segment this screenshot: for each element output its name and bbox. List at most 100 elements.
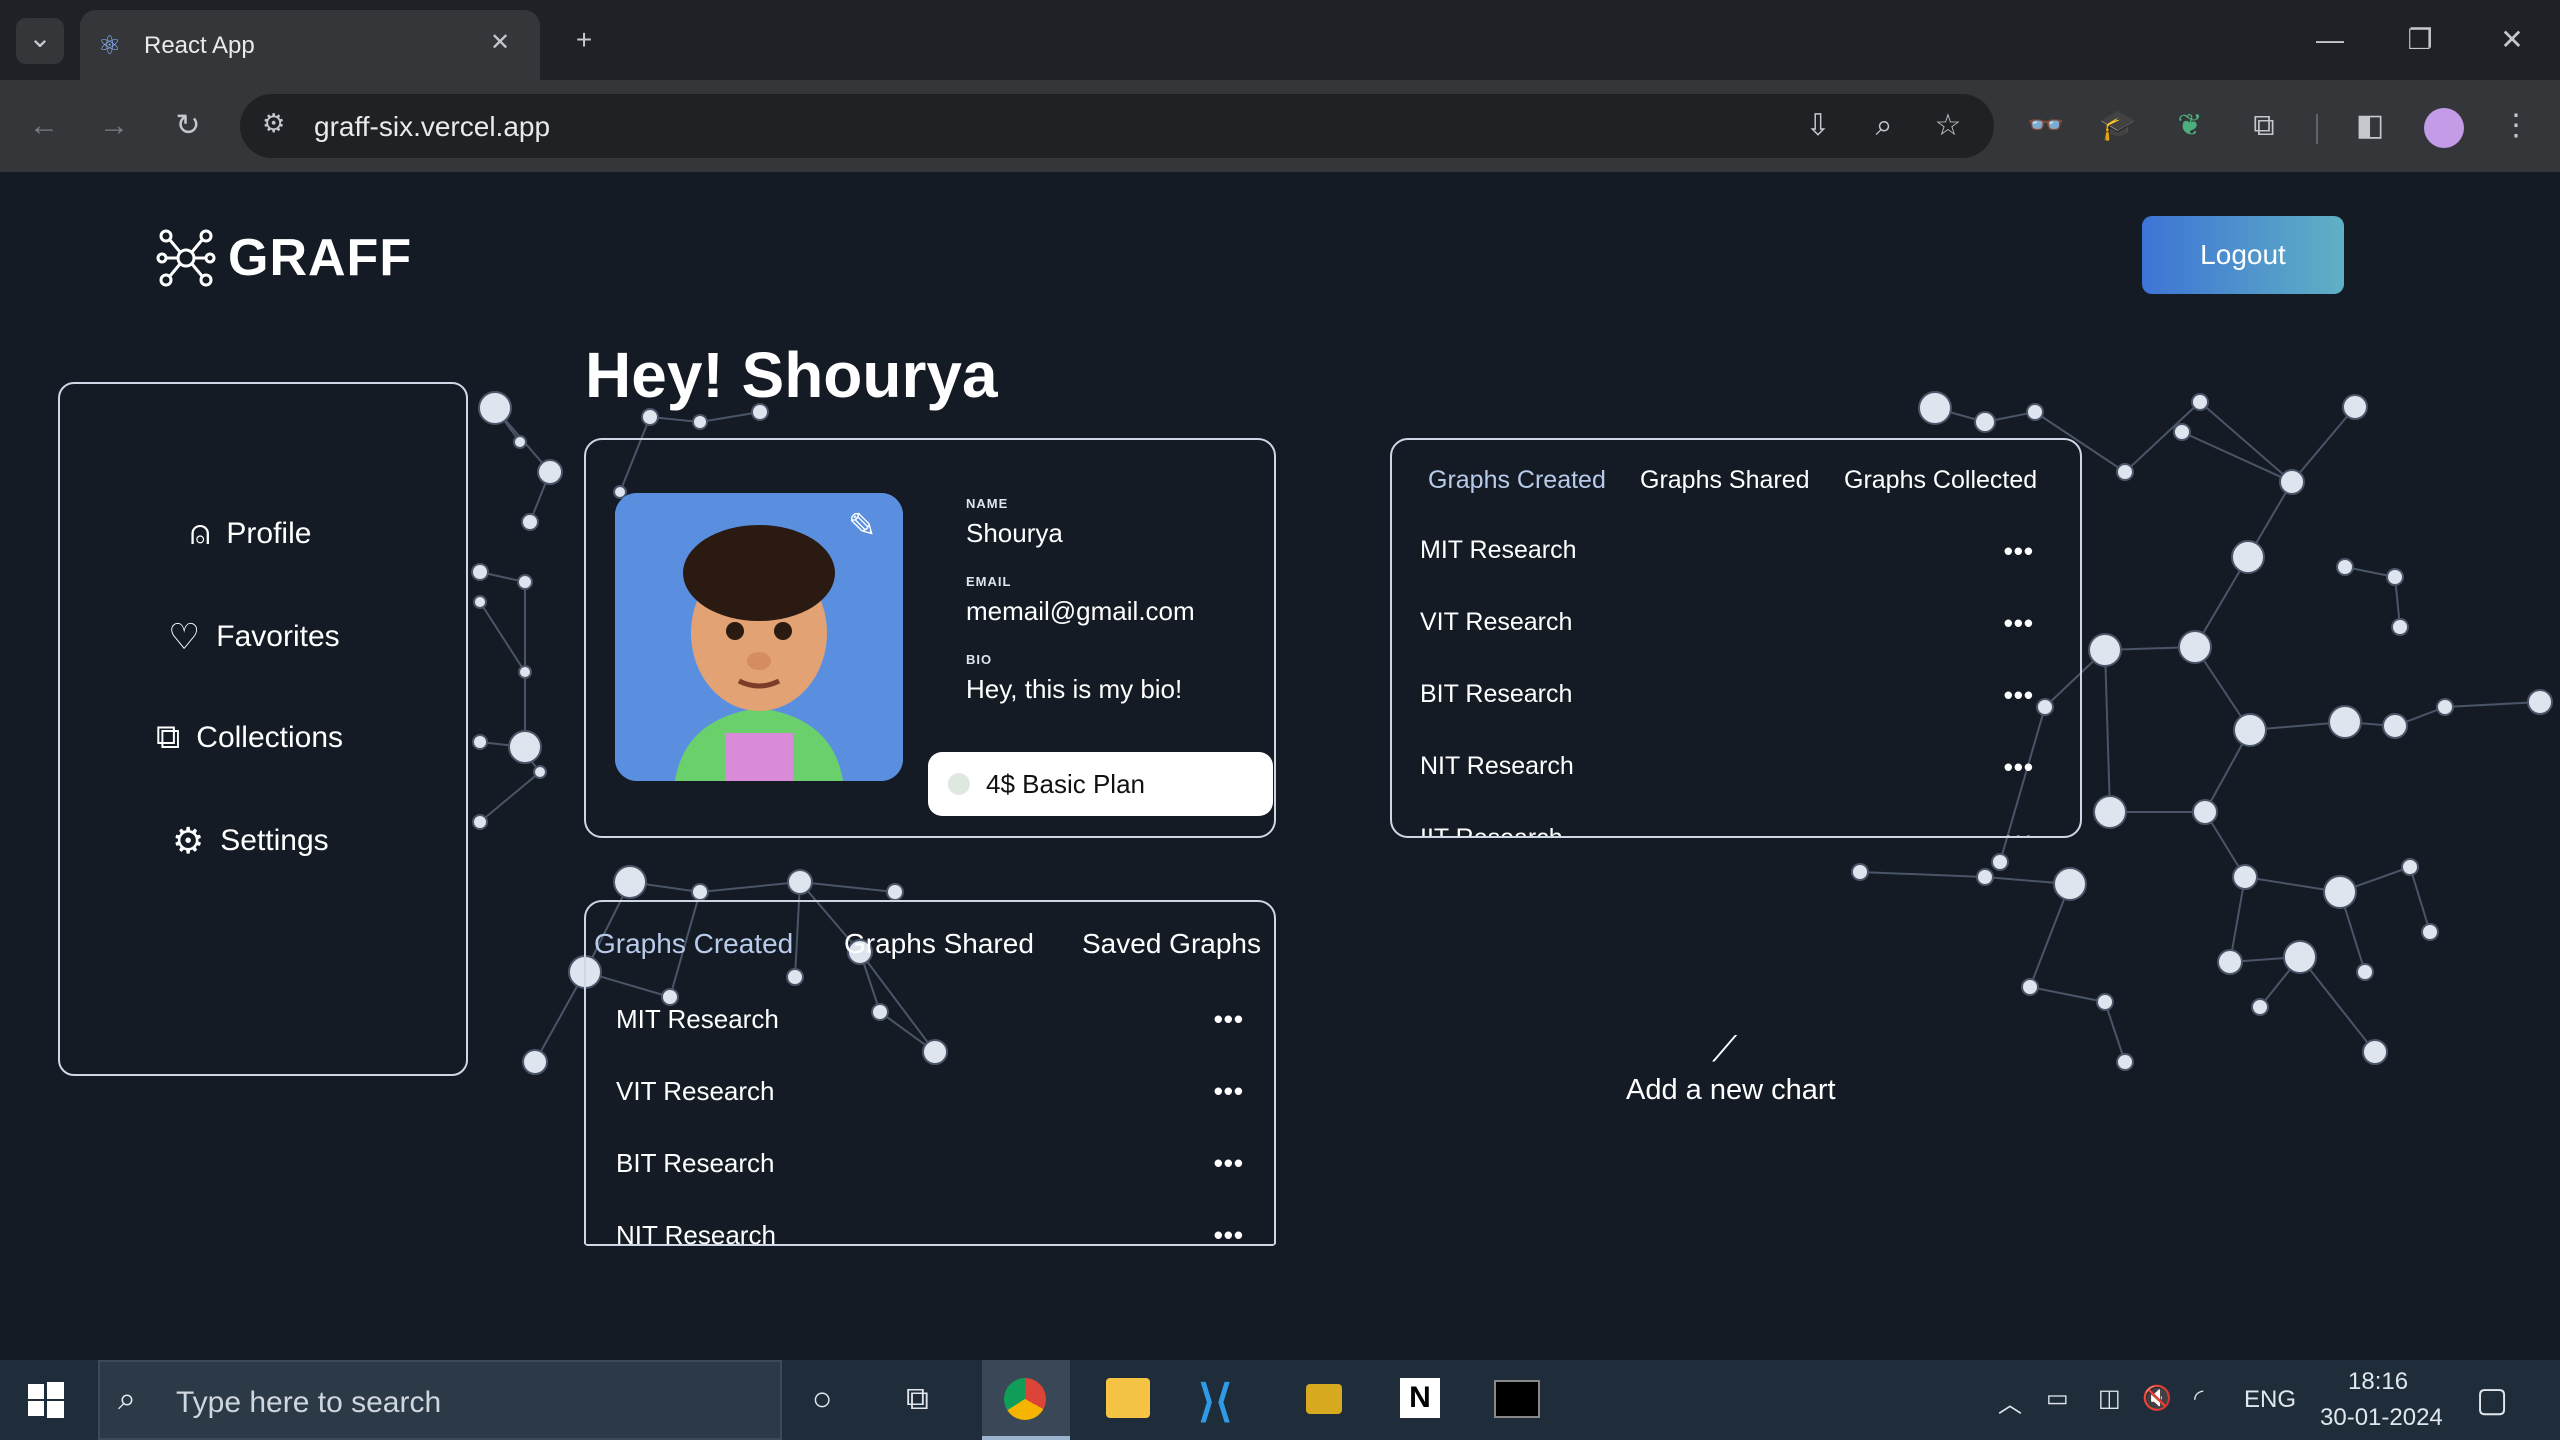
reload-icon[interactable]: ↻ [164, 102, 212, 150]
extension-glasses-icon[interactable]: 👓 [2022, 102, 2070, 150]
gear-icon: ⚙ [172, 820, 205, 861]
vscode-icon[interactable]: ⟩⟨ [1198, 1376, 1232, 1427]
list-item[interactable]: IIT Research ••• [1392, 824, 2080, 836]
plan-badge[interactable]: 4$ Basic Plan [928, 752, 1273, 816]
notification-center-icon[interactable]: ▢ [2476, 1380, 2508, 1420]
list-item[interactable]: BIT Research ••• [1392, 680, 2080, 711]
terminal-icon[interactable] [1494, 1380, 1540, 1418]
more-options-icon[interactable]: ••• [2004, 608, 2034, 639]
edit-pencil-icon[interactable]: ✎ [848, 506, 877, 546]
clock-date[interactable]: 30-01-2024 [2320, 1404, 2443, 1432]
tab-graphs-created[interactable]: Graphs Created [594, 928, 793, 960]
list-item-label: BIT Research [616, 1148, 775, 1178]
menu-kebab-icon[interactable]: ⋮ [2492, 102, 2540, 150]
card-bottom-edge [584, 1242, 1276, 1246]
sidebar-item-settings[interactable]: ⚙ Settings [172, 820, 329, 862]
list-item[interactable]: VIT Research ••• [1392, 608, 2080, 639]
more-options-icon[interactable]: ••• [2004, 824, 2034, 836]
battery-icon[interactable]: ▭ [2046, 1384, 2069, 1413]
windows-start-icon[interactable] [28, 1382, 64, 1418]
site-info-icon[interactable]: ⚙ [262, 108, 285, 139]
zoom-icon[interactable]: ⌕ [1860, 102, 1908, 150]
more-options-icon[interactable]: ••• [2004, 536, 2034, 567]
sidebar: ⍝ Profile ♡ Favorites ⧉ Collections ⚙ Se… [58, 382, 468, 1076]
meet-now-icon[interactable]: ◫ [2098, 1384, 2121, 1413]
list-item-label: MIT Research [616, 1004, 779, 1034]
list-item[interactable]: MIT Research ••• [586, 1004, 1274, 1035]
sidebar-item-label: Profile [226, 516, 312, 550]
email-value: memail@gmail.com [966, 596, 1195, 626]
card-clip [584, 1244, 1284, 1360]
name-label: NAME [966, 496, 1009, 511]
graphs-overview-card: Graphs Created Graphs Shared Graphs Coll… [1390, 438, 2082, 838]
taskbar-search[interactable]: ⌕ Type here to search [98, 1360, 782, 1440]
heart-icon: ♡ [168, 616, 201, 657]
list-item[interactable]: VIT Research ••• [586, 1076, 1274, 1107]
close-window-button[interactable]: ✕ [2488, 20, 2536, 60]
toolbar-divider [2316, 114, 2318, 144]
new-tab-button[interactable]: + [560, 20, 608, 60]
greeting-heading: Hey! Shourya [585, 339, 998, 411]
tab-search-button[interactable]: ⌄ [16, 18, 64, 64]
logo-text[interactable]: GRAFF [228, 228, 412, 288]
add-chart-button[interactable]: Add a new chart [1626, 1074, 1836, 1107]
cortana-icon[interactable]: ○ [812, 1380, 833, 1419]
sidebar-item-profile[interactable]: ⍝ Profile [190, 514, 311, 553]
task-view-icon[interactable]: ⧉ [906, 1380, 929, 1418]
list-item-label: BIT Research [1420, 680, 1573, 708]
chrome-icon [1004, 1378, 1046, 1420]
collections-icon: ⧉ [156, 718, 181, 756]
extension-hat-icon[interactable]: 🎓 [2094, 102, 2142, 150]
volume-muted-icon[interactable]: 🔇 [2142, 1384, 2172, 1413]
sidebar-item-label: Favorites [216, 620, 340, 653]
address-bar[interactable]: ⚙ graff-six.vercel.app ⇩ ⌕ ☆ [240, 94, 1994, 158]
sidebar-item-label: Settings [220, 824, 329, 857]
chart-line-icon[interactable]: ⟋ [1712, 1028, 1737, 1071]
more-options-icon[interactable]: ••• [2004, 680, 2034, 711]
back-icon[interactable]: ← [20, 102, 68, 150]
language-indicator[interactable]: ENG [2244, 1386, 2296, 1414]
more-options-icon[interactable]: ••• [2004, 752, 2034, 783]
tab-graphs-collected[interactable]: Graphs Collected [1844, 466, 2037, 495]
wifi-icon[interactable]: ◜ [2194, 1384, 2203, 1413]
more-options-icon[interactable]: ••• [1214, 1148, 1244, 1179]
side-panel-icon[interactable]: ◧ [2346, 102, 2394, 150]
forward-icon[interactable]: → [90, 102, 138, 150]
tab-title: React App [144, 32, 255, 59]
tab-saved-graphs[interactable]: Saved Graphs [1082, 928, 1261, 960]
sidebar-item-collections[interactable]: ⧉ Collections [156, 718, 343, 757]
install-app-icon[interactable]: ⇩ [1794, 102, 1842, 150]
email-label: EMAIL [966, 574, 1012, 589]
file-explorer-icon[interactable] [1106, 1378, 1150, 1418]
list-item-label: NIT Research [1420, 752, 1574, 780]
profile-avatar[interactable] [2424, 108, 2464, 148]
tab-strip: ⌄ ⚛ React App ✕ + — ❐ ✕ [0, 0, 2560, 80]
extensions-puzzle-icon[interactable]: ⧉ [2240, 102, 2288, 150]
list-item[interactable]: NIT Research ••• [1392, 752, 2080, 783]
tab-graphs-shared[interactable]: Graphs Shared [1640, 466, 1810, 495]
keyboard-app-icon[interactable] [1306, 1384, 1342, 1414]
list-item-label: VIT Research [1420, 608, 1573, 636]
logout-button[interactable]: Logout [2142, 216, 2344, 294]
user-icon: ⍝ [190, 514, 211, 552]
web-page: GRAFF Logout ⍝ Profile ♡ Favorites ⧉ Col… [0, 172, 2560, 1360]
clock-time[interactable]: 18:16 [2348, 1368, 2408, 1396]
list-item[interactable]: MIT Research ••• [1392, 536, 2080, 567]
list-item-label: VIT Research [616, 1076, 775, 1106]
more-options-icon[interactable]: ••• [1214, 1004, 1244, 1035]
list-item[interactable]: BIT Research ••• [586, 1148, 1274, 1179]
browser-tab[interactable]: ⚛ React App ✕ [80, 10, 540, 80]
extension-leaf-icon[interactable]: ❦ [2166, 102, 2214, 150]
restore-button[interactable]: ❐ [2396, 20, 2444, 60]
taskbar-app-chrome[interactable] [982, 1360, 1070, 1440]
name-value: Shourya [966, 518, 1063, 548]
more-options-icon[interactable]: ••• [1214, 1076, 1244, 1107]
tab-graphs-shared[interactable]: Graphs Shared [844, 928, 1034, 960]
minimize-button[interactable]: — [2306, 20, 2354, 60]
close-tab-icon[interactable]: ✕ [490, 28, 510, 57]
sidebar-item-favorites[interactable]: ♡ Favorites [168, 616, 340, 658]
notion-icon[interactable]: N [1400, 1378, 1440, 1418]
tab-graphs-created[interactable]: Graphs Created [1428, 466, 1606, 495]
show-hidden-icons-chevron[interactable]: ︿ [1998, 1384, 2022, 1419]
bookmark-star-icon[interactable]: ☆ [1924, 102, 1972, 150]
